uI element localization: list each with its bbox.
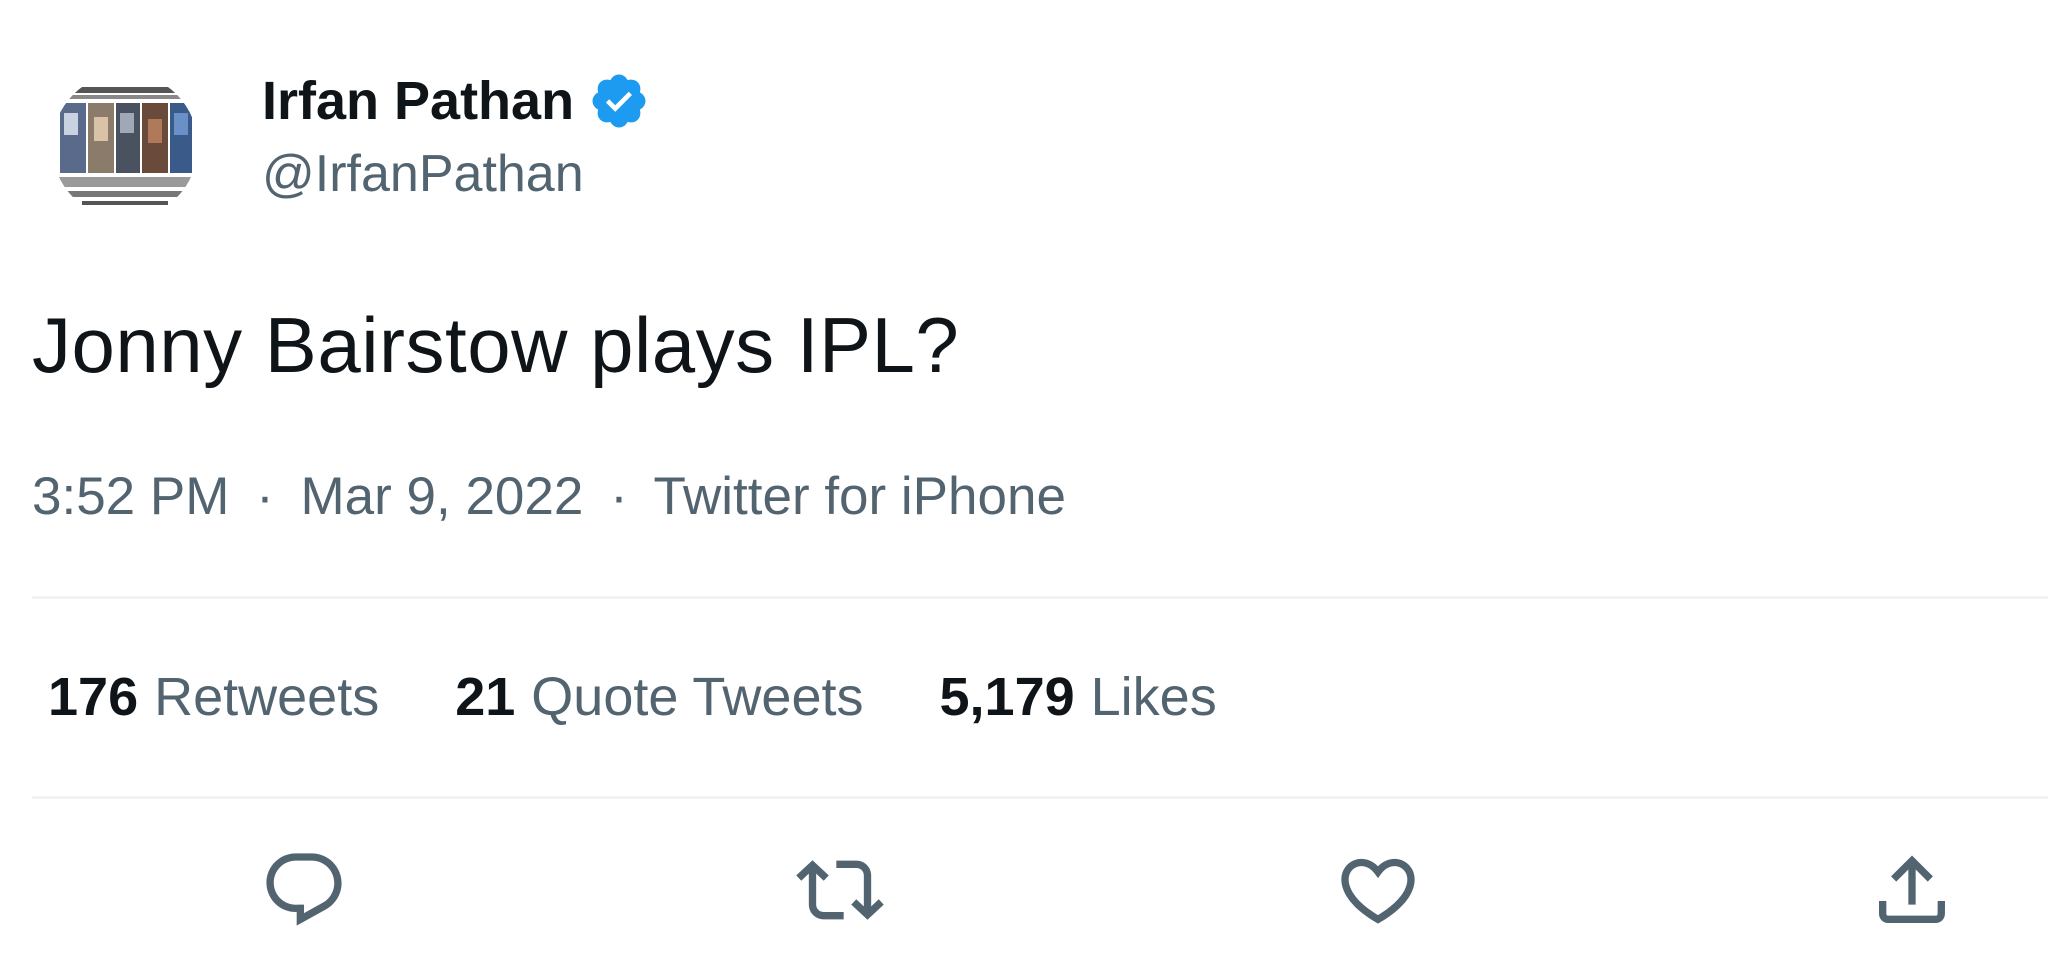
meta-separator: · xyxy=(256,467,274,526)
avatar-image xyxy=(52,73,198,219)
tweet-detail: Irfan Pathan @IrfanPathan Jonny Bairstow… xyxy=(0,0,2048,960)
quote-tweets-label: Quote Tweets xyxy=(531,667,864,727)
author-name-row: Irfan Pathan xyxy=(262,66,650,136)
tweet-stats: 176 Retweets 21 Quote Tweets 5,179 Likes xyxy=(48,666,1293,728)
tweet-text: Jonny Bairstow plays IPL? xyxy=(32,301,960,389)
retweet-button[interactable] xyxy=(790,840,890,940)
reply-icon xyxy=(266,853,342,926)
reply-button[interactable] xyxy=(254,840,354,940)
like-button[interactable] xyxy=(1328,840,1428,940)
tweet-time[interactable]: 3:52 PM xyxy=(32,467,229,526)
likes-count: 5,179 xyxy=(939,667,1075,727)
retweet-icon xyxy=(796,860,884,920)
quote-tweets-stat[interactable]: 21 Quote Tweets xyxy=(455,666,863,728)
quote-tweets-count: 21 xyxy=(455,667,516,727)
meta-separator: · xyxy=(610,467,628,526)
avatar[interactable] xyxy=(52,73,198,219)
likes-stat[interactable]: 5,179 Likes xyxy=(940,666,1217,728)
tweet-meta: 3:52 PM · Mar 9, 2022 · Twitter for iPho… xyxy=(32,466,1066,527)
retweets-count: 176 xyxy=(48,667,139,727)
author-display-name[interactable]: Irfan Pathan xyxy=(262,70,574,132)
share-icon xyxy=(1879,855,1945,923)
likes-label: Likes xyxy=(1090,667,1217,727)
author-handle[interactable]: @IrfanPathan xyxy=(262,144,584,204)
tweet-date[interactable]: Mar 9, 2022 xyxy=(301,467,584,526)
tweet-source[interactable]: Twitter for iPhone xyxy=(654,467,1066,526)
divider xyxy=(32,596,2048,599)
heart-icon xyxy=(1341,858,1415,924)
verified-badge-icon xyxy=(588,70,650,132)
retweets-label: Retweets xyxy=(154,667,380,727)
retweets-stat[interactable]: 176 Retweets xyxy=(48,666,379,728)
share-button[interactable] xyxy=(1862,840,1962,940)
tweet-actions xyxy=(0,840,2048,940)
divider xyxy=(32,796,2048,799)
